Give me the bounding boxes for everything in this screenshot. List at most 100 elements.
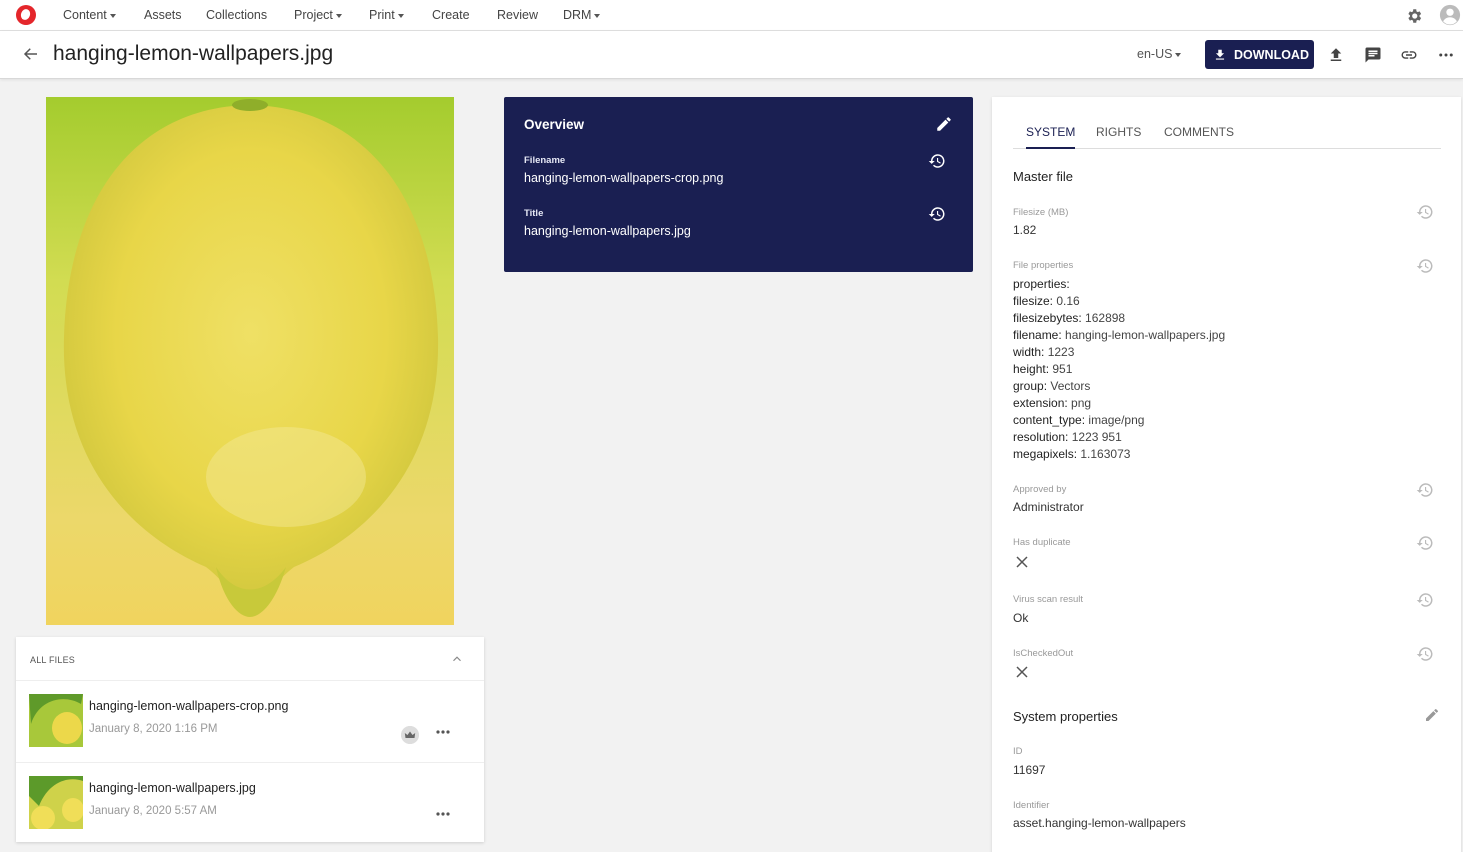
file-property-value: 162898 <box>1085 311 1126 325</box>
history-icon[interactable] <box>1416 645 1434 663</box>
chevron-down-icon <box>397 13 404 18</box>
file-property-row: properties: <box>1013 277 1070 291</box>
file-date: January 8, 2020 5:57 AM <box>89 805 217 817</box>
chevron-down-icon <box>109 13 116 18</box>
approved-by-value: Administrator <box>1013 500 1084 514</box>
overview-card: Overview Filename hanging-lemon-wallpape… <box>504 97 973 272</box>
file-list-item[interactable]: hanging-lemon-wallpapers.jpg January 8, … <box>16 762 484 843</box>
file-thumbnail <box>29 776 83 829</box>
properties-tabs: SYSTEM RIGHTS COMMENTS <box>1013 125 1441 149</box>
user-avatar-icon[interactable] <box>1439 4 1461 26</box>
file-name: hanging-lemon-wallpapers.jpg <box>89 781 256 795</box>
download-icon <box>1215 49 1225 60</box>
identifier-value: asset.hanging-lemon-wallpapers <box>1013 816 1186 830</box>
history-icon[interactable] <box>1416 481 1434 499</box>
file-property-value: 1223 <box>1047 345 1075 359</box>
virus-scan-value: Ok <box>1013 611 1029 625</box>
history-icon[interactable] <box>1416 257 1434 275</box>
file-property-value: 1.163073 <box>1080 447 1131 461</box>
tab-comments[interactable]: COMMENTS <box>1164 125 1234 147</box>
all-files-header[interactable]: ALL FILES <box>16 637 484 681</box>
virus-scan-label: Virus scan result <box>1013 594 1084 605</box>
nav-drm-label: DRM <box>563 8 592 22</box>
more-horizontal-icon[interactable] <box>435 727 451 737</box>
is-checked-out-label: IsCheckedOut <box>1013 648 1074 659</box>
tab-rights[interactable]: RIGHTS <box>1096 125 1141 147</box>
file-property-value: image/png <box>1088 413 1145 427</box>
tab-system[interactable]: SYSTEM <box>1026 125 1076 149</box>
file-property-row: extension: png <box>1013 396 1091 410</box>
file-property-row: width: 1223 <box>1013 345 1074 359</box>
file-property-key: megapixels: <box>1013 447 1078 461</box>
file-property-key: height: <box>1013 362 1050 376</box>
asset-header: hanging-lemon-wallpapers.jpg en-US DOWNL… <box>0 31 1463 79</box>
nav-assets[interactable]: Assets <box>144 8 182 22</box>
comment-icon[interactable] <box>1364 46 1382 64</box>
overview-title: Overview <box>524 117 585 132</box>
nav-review[interactable]: Review <box>497 8 538 22</box>
locale-select[interactable]: en-US <box>1137 47 1182 61</box>
file-property-value: png <box>1071 396 1092 410</box>
history-icon[interactable] <box>928 152 946 170</box>
page-title: hanging-lemon-wallpapers.jpg <box>53 42 334 65</box>
upload-icon[interactable] <box>1327 46 1345 64</box>
file-property-row: content_type: image/png <box>1013 413 1144 427</box>
nav-content-label: Content <box>63 8 107 22</box>
filename-label: Filename <box>524 155 566 166</box>
nav-drm[interactable]: DRM <box>563 8 601 22</box>
close-x-icon <box>1016 666 1028 678</box>
file-property-value: 951 <box>1052 362 1073 376</box>
filename-value: hanging-lemon-wallpapers-crop.png <box>524 171 724 185</box>
nav-print[interactable]: Print <box>369 8 404 22</box>
nav-print-label: Print <box>369 8 395 22</box>
id-value: 11697 <box>1013 763 1046 777</box>
file-date: January 8, 2020 1:16 PM <box>89 723 218 735</box>
chevron-down-icon <box>1175 52 1182 57</box>
title-label: Title <box>524 208 544 219</box>
nav-project-label: Project <box>294 8 333 22</box>
master-file-heading: Master file <box>1013 169 1073 184</box>
file-property-row: height: 951 <box>1013 362 1072 376</box>
approved-by-label: Approved by <box>1013 484 1067 495</box>
crown-icon <box>401 726 419 744</box>
file-property-key: content_type: <box>1013 413 1086 427</box>
nav-create[interactable]: Create <box>432 8 470 22</box>
asset-preview-image <box>46 97 454 625</box>
chevron-down-icon <box>335 13 342 18</box>
all-files-panel: ALL FILES hanging-lemon-wallpapers-crop.… <box>16 637 484 842</box>
file-property-value: 1223 951 <box>1071 430 1122 444</box>
file-property-key: filename: <box>1013 328 1062 342</box>
link-icon[interactable] <box>1400 46 1418 64</box>
has-duplicate-label: Has duplicate <box>1013 537 1071 548</box>
more-horizontal-icon[interactable] <box>1437 46 1455 64</box>
properties-panel: SYSTEM RIGHTS COMMENTS Master file Files… <box>992 97 1461 852</box>
file-property-row: filename: hanging-lemon-wallpapers.jpg <box>1013 328 1225 342</box>
nav-content[interactable]: Content <box>63 8 116 22</box>
history-icon[interactable] <box>1416 534 1434 552</box>
history-icon[interactable] <box>1416 203 1434 221</box>
file-property-value: 0.16 <box>1056 294 1080 308</box>
app-logo-icon[interactable] <box>16 5 36 25</box>
edit-pencil-icon[interactable] <box>935 115 953 133</box>
close-x-icon <box>1016 556 1028 568</box>
file-property-value: hanging-lemon-wallpapers.jpg <box>1065 328 1226 342</box>
file-property-row: resolution: 1223 951 <box>1013 430 1122 444</box>
download-button[interactable]: DOWNLOAD <box>1205 40 1314 69</box>
more-horizontal-icon[interactable] <box>435 809 451 819</box>
file-property-row: filesizebytes: 162898 <box>1013 311 1125 325</box>
history-icon[interactable] <box>1416 591 1434 609</box>
nav-project[interactable]: Project <box>294 8 342 22</box>
edit-pencil-icon[interactable] <box>1424 707 1440 723</box>
filesize-label: Filesize (MB) <box>1013 207 1069 218</box>
file-property-row: megapixels: 1.163073 <box>1013 447 1130 461</box>
nav-collections[interactable]: Collections <box>206 8 267 22</box>
gear-icon[interactable] <box>1405 7 1423 25</box>
chevron-up-icon[interactable] <box>450 652 464 666</box>
locale-value: en-US <box>1137 47 1173 61</box>
back-arrow-icon[interactable] <box>22 45 40 63</box>
system-properties-heading: System properties <box>1013 709 1118 724</box>
history-icon[interactable] <box>928 205 946 223</box>
file-properties-label: File properties <box>1013 260 1074 271</box>
file-list-item[interactable]: hanging-lemon-wallpapers-crop.png Januar… <box>16 681 484 762</box>
identifier-label: Identifier <box>1013 800 1050 811</box>
